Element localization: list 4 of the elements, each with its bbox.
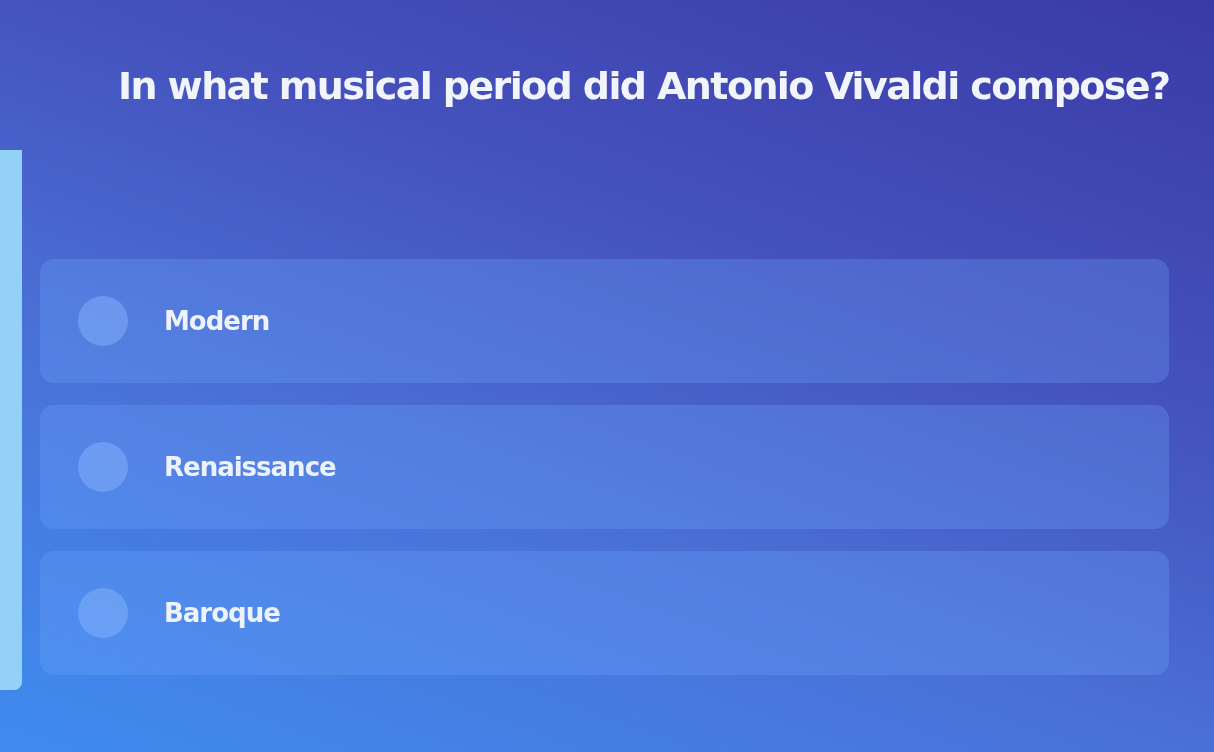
answer-option[interactable]: Modern — [40, 259, 1170, 384]
answer-option[interactable]: Renaissance — [40, 405, 1170, 530]
question-text: In what musical period did Antonio Vivaldi compose? — [118, 63, 1170, 110]
answer-option[interactable]: Baroque — [40, 551, 1170, 676]
